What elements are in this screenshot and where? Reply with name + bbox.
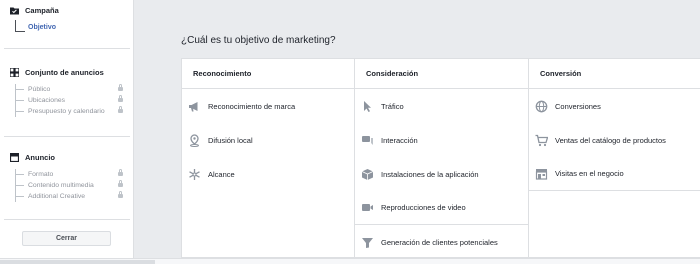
column-conversion: Conversión Conversiones Ventas del catál… [529,59,700,259]
divider [4,219,130,220]
column-heading: Reconocimiento [182,59,354,89]
cube-icon [361,168,374,181]
shopping-cart-icon [535,134,548,147]
megaphone-icon [188,100,201,113]
sidebar-section-title: Anuncio [25,153,55,162]
option-lead-generation[interactable]: Generación de clientes potenciales [355,225,528,259]
tree-connector [15,20,25,32]
sidebar-section-ad[interactable]: Anuncio [10,153,55,162]
option-traffic[interactable]: Tráfico [355,89,528,123]
folder-icon [10,6,19,15]
sidebar-item-publico[interactable]: Público [16,84,125,95]
column-awareness: Reconocimiento Reconocimiento de marca D… [182,59,355,259]
ad-tree: Formato Contenido multimedia Additional … [15,169,125,202]
ad-icon [10,153,19,162]
objective-panel: Reconocimiento Reconocimiento de marca D… [181,58,700,259]
lock-icon [118,106,123,113]
sidebar-item-presupuesto[interactable]: Presupuesto y calendario [16,106,125,117]
video-camera-icon [361,201,374,214]
sidebar-item-objetivo[interactable]: Objetivo [28,24,56,31]
option-conversions[interactable]: Conversiones [529,89,700,123]
sidebar-section-campaign[interactable]: Campaña [10,6,59,15]
adset-tree: Público Ubicaciones Presupuesto y calend… [15,84,125,117]
sidebar-item-formato[interactable]: Formato [16,169,125,180]
lock-icon [118,169,123,176]
asterisk-reach-icon [188,168,201,181]
option-brand-awareness[interactable]: Reconocimiento de marca [182,89,354,123]
store-icon [535,167,548,180]
column-consideration: Consideración Tráfico Interacción Instal… [355,59,529,259]
sidebar-section-adset[interactable]: Conjunto de anuncios [10,68,104,77]
column-heading: Conversión [529,59,700,89]
option-video-views[interactable]: Reproducciones de video [355,191,528,225]
divider [4,48,130,49]
option-app-installs[interactable]: Instalaciones de la aplicación [355,157,528,191]
scrollbar-thumb[interactable] [0,260,155,264]
grid-icon [10,68,19,77]
lock-icon [118,180,123,187]
funnel-icon [361,236,374,249]
sidebar-section-title: Conjunto de anuncios [25,68,104,77]
lock-icon [118,84,123,91]
cursor-icon [361,100,374,113]
sidebar-item-ubicaciones[interactable]: Ubicaciones [16,95,125,106]
sidebar: Campaña Objetivo Conjunto de anuncios Pú… [0,0,134,258]
globe-icon [535,100,548,113]
location-pin-icon [188,133,201,147]
sidebar-item-additional-creative[interactable]: Additional Creative [16,191,125,202]
close-button[interactable]: Cerrar [22,231,111,246]
chat-bubbles-icon [361,134,374,147]
option-store-visits[interactable]: Visitas en el negocio [529,157,700,191]
lock-icon [118,95,123,102]
divider [4,136,130,137]
lock-icon [118,191,123,198]
option-local-awareness[interactable]: Difusión local [182,123,354,157]
option-catalog-sales[interactable]: Ventas del catálogo de productos [529,123,700,157]
sidebar-item-contenido[interactable]: Contenido multimedia [16,180,125,191]
page-title: ¿Cuál es tu objetivo de marketing? [181,35,336,46]
option-engagement[interactable]: Interacción [355,123,528,157]
sidebar-section-title: Campaña [25,6,59,15]
column-heading: Consideración [355,59,528,89]
option-reach[interactable]: Alcance [182,157,354,191]
